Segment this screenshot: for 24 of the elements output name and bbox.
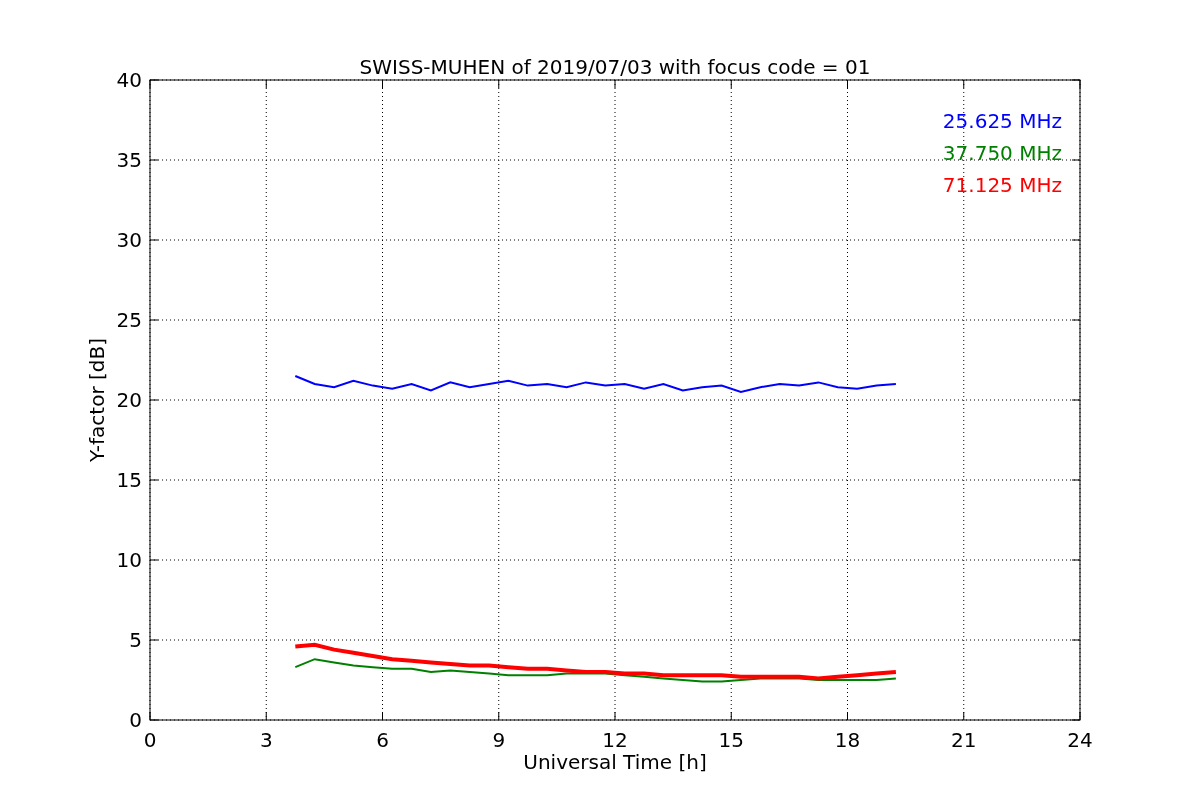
tick-label: 3 — [259, 728, 273, 752]
tick-label: 25 — [116, 308, 142, 332]
tick-label: 0 — [143, 728, 157, 752]
y-axis-label: Y-factor [dB] — [85, 338, 109, 462]
tick-label: 30 — [116, 228, 142, 252]
legend-label: 37.750 MHz — [942, 141, 1062, 165]
chart-title: SWISS-MUHEN of 2019/07/03 with focus code = 01 — [359, 55, 871, 79]
tick-label: 15 — [718, 728, 744, 752]
tick-label: 5 — [129, 628, 142, 652]
tick-label: 21 — [951, 728, 977, 752]
tick-label: 35 — [116, 148, 142, 172]
tick-label: 18 — [834, 728, 861, 752]
tick-label: 20 — [116, 388, 142, 412]
tick-label: 0 — [129, 708, 142, 732]
x-axis-label: Universal Time [h] — [523, 750, 707, 774]
tick-label: 9 — [492, 728, 506, 752]
tick-label: 6 — [376, 728, 389, 752]
tick-label: 24 — [1067, 728, 1093, 752]
tick-label: 12 — [602, 728, 628, 752]
tick-label: 40 — [116, 68, 142, 92]
tick-label: 15 — [116, 468, 142, 492]
tick-label: 10 — [116, 548, 142, 572]
legend-label: 71.125 MHz — [942, 173, 1062, 197]
legend-label: 25.625 MHz — [942, 109, 1062, 133]
